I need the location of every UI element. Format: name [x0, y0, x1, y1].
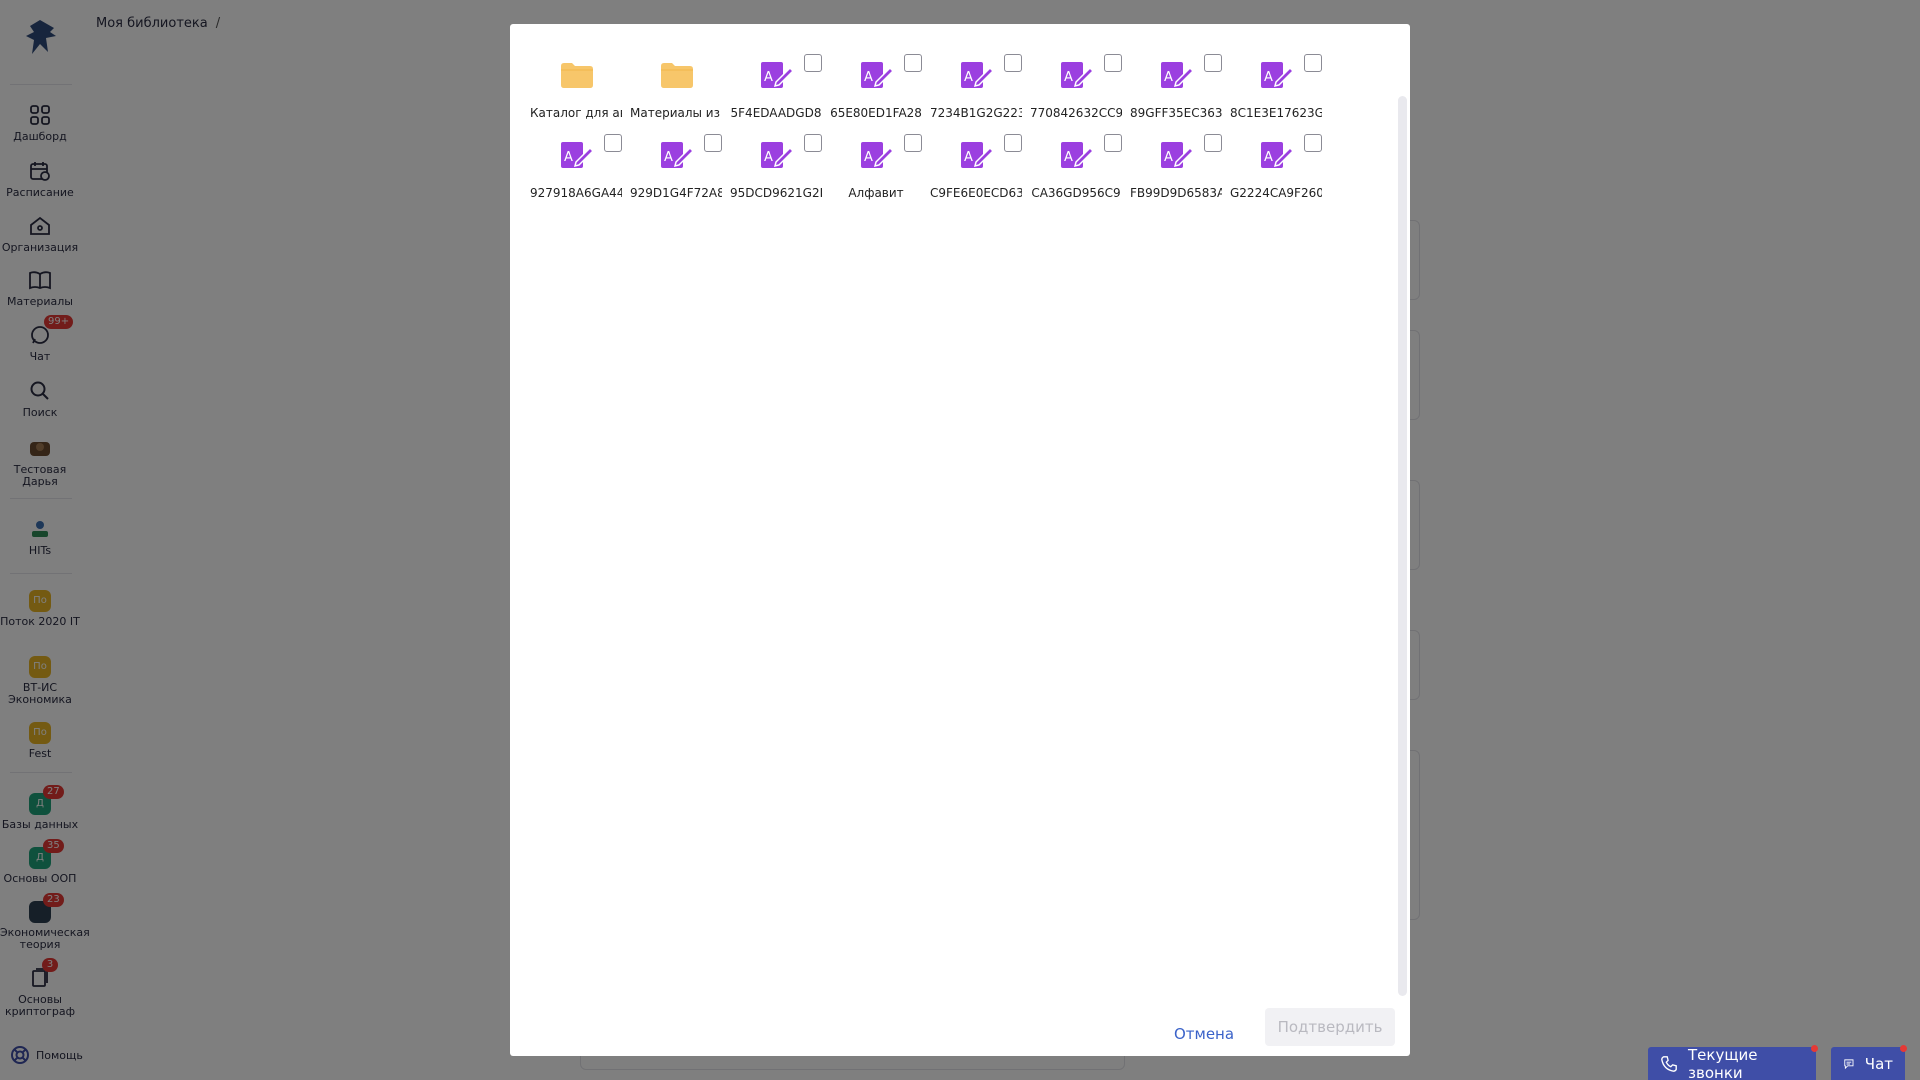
item-name: 65E80ED1FA28 — [830, 106, 922, 120]
document-edit-icon: A — [660, 140, 695, 170]
document-edit-icon: A — [1060, 140, 1095, 170]
select-checkbox[interactable] — [1004, 134, 1022, 152]
document-edit-icon: A — [1160, 60, 1195, 90]
document-edit-icon: A — [1260, 60, 1295, 90]
item-name: CA36GD956C9 — [1031, 186, 1121, 200]
svg-text:A: A — [964, 150, 973, 165]
file-item[interactable]: A 927918A6GA44 — [530, 120, 624, 200]
phone-icon — [1661, 1055, 1677, 1072]
select-checkbox[interactable] — [1104, 134, 1122, 152]
svg-text:A: A — [1164, 70, 1173, 85]
current-calls-button[interactable]: Текущие звонки — [1648, 1045, 1818, 1080]
svg-text:A: A — [564, 150, 573, 165]
chat-bubble-icon — [1844, 1058, 1854, 1069]
svg-text:A: A — [1064, 150, 1073, 165]
current-calls-label: Текущие звонки — [1688, 1045, 1758, 1080]
document-edit-icon: A — [760, 140, 795, 170]
select-checkbox[interactable] — [1004, 54, 1022, 72]
cancel-button[interactable]: Отмена — [1164, 1016, 1244, 1052]
item-name: Каталог для ав — [530, 106, 622, 120]
select-checkbox[interactable] — [1204, 134, 1222, 152]
select-checkbox[interactable] — [1304, 134, 1322, 152]
file-item[interactable]: A 8C1E3E17623G — [1230, 40, 1324, 120]
select-checkbox[interactable] — [904, 54, 922, 72]
file-item[interactable]: A G2224CA9F260 — [1230, 120, 1324, 200]
svg-text:A: A — [1164, 150, 1173, 165]
notification-dot — [1811, 1045, 1818, 1052]
folder-item[interactable]: Материалы из с — [630, 40, 724, 120]
file-item[interactable]: A 5F4EDAADGD8 — [730, 40, 824, 120]
document-edit-icon: A — [1060, 60, 1095, 90]
item-name: 95DCD9621G2I — [730, 186, 822, 200]
svg-text:A: A — [764, 150, 773, 165]
file-item[interactable]: A Алфавит — [830, 120, 924, 200]
item-name: Алфавит — [848, 186, 904, 200]
document-edit-icon: A — [560, 140, 595, 170]
item-name: 5F4EDAADGD8 — [730, 106, 822, 120]
item-name: 7234B1G2G223 — [930, 106, 1022, 120]
select-checkbox[interactable] — [704, 134, 722, 152]
file-item[interactable]: A 770842632CC9 — [1030, 40, 1124, 120]
document-edit-icon: A — [860, 60, 895, 90]
file-item[interactable]: A 65E80ED1FA28 — [830, 40, 924, 120]
document-edit-icon: A — [1260, 140, 1295, 170]
svg-text:A: A — [1264, 150, 1273, 165]
file-item[interactable]: A C9FE6E0ECD63 — [930, 120, 1024, 200]
file-item[interactable]: A 89GFF35EC363 — [1130, 40, 1224, 120]
item-name: 770842632CC9 — [1030, 106, 1122, 120]
chat-label: Чат — [1864, 1054, 1893, 1073]
document-edit-icon: A — [860, 140, 895, 170]
folder-item[interactable]: Каталог для ав — [530, 40, 624, 120]
document-edit-icon: A — [1160, 140, 1195, 170]
file-picker-dialog: Каталог для ав Материалы из с A 5F4EDAADGD8… — [510, 24, 1410, 1056]
item-name: FB99D9D6583A — [1130, 186, 1222, 200]
select-checkbox[interactable] — [604, 134, 622, 152]
select-checkbox[interactable] — [804, 54, 822, 72]
scrollbar[interactable] — [1398, 96, 1407, 996]
item-name: Материалы из с — [630, 106, 722, 120]
item-name: G2224CA9F260 — [1230, 186, 1322, 200]
select-checkbox[interactable] — [1104, 54, 1122, 72]
document-edit-icon: A — [960, 60, 995, 90]
select-checkbox[interactable] — [1204, 54, 1222, 72]
select-checkbox[interactable] — [804, 134, 822, 152]
item-name: C9FE6E0ECD63 — [930, 186, 1022, 200]
file-item[interactable]: A 95DCD9621G2I — [730, 120, 824, 200]
svg-text:A: A — [1064, 70, 1073, 85]
select-checkbox[interactable] — [904, 134, 922, 152]
select-checkbox[interactable] — [1304, 54, 1322, 72]
svg-text:A: A — [864, 150, 873, 165]
svg-text:A: A — [964, 70, 973, 85]
file-item[interactable]: A 7234B1G2G223 — [930, 40, 1024, 120]
chat-button[interactable]: Чат — [1831, 1045, 1907, 1080]
svg-text:A: A — [1264, 70, 1273, 85]
file-item[interactable]: A FB99D9D6583A — [1130, 120, 1224, 200]
item-name: 927918A6GA44 — [530, 186, 622, 200]
file-item[interactable]: A 929D1G4F72A8 — [630, 120, 724, 200]
item-name: 929D1G4F72A8 — [630, 186, 722, 200]
notification-dot — [1900, 1045, 1907, 1052]
item-name: 8C1E3E17623G — [1230, 106, 1322, 120]
folder-icon — [660, 60, 694, 90]
document-edit-icon: A — [960, 140, 995, 170]
folder-icon — [560, 60, 594, 90]
svg-text:A: A — [764, 70, 773, 85]
document-edit-icon: A — [760, 60, 795, 90]
item-name: 89GFF35EC363 — [1130, 106, 1222, 120]
file-item[interactable]: A CA36GD956C9 — [1030, 120, 1124, 200]
svg-text:A: A — [664, 150, 673, 165]
svg-text:A: A — [864, 70, 873, 85]
confirm-button[interactable]: Подтвердить — [1265, 1008, 1395, 1046]
